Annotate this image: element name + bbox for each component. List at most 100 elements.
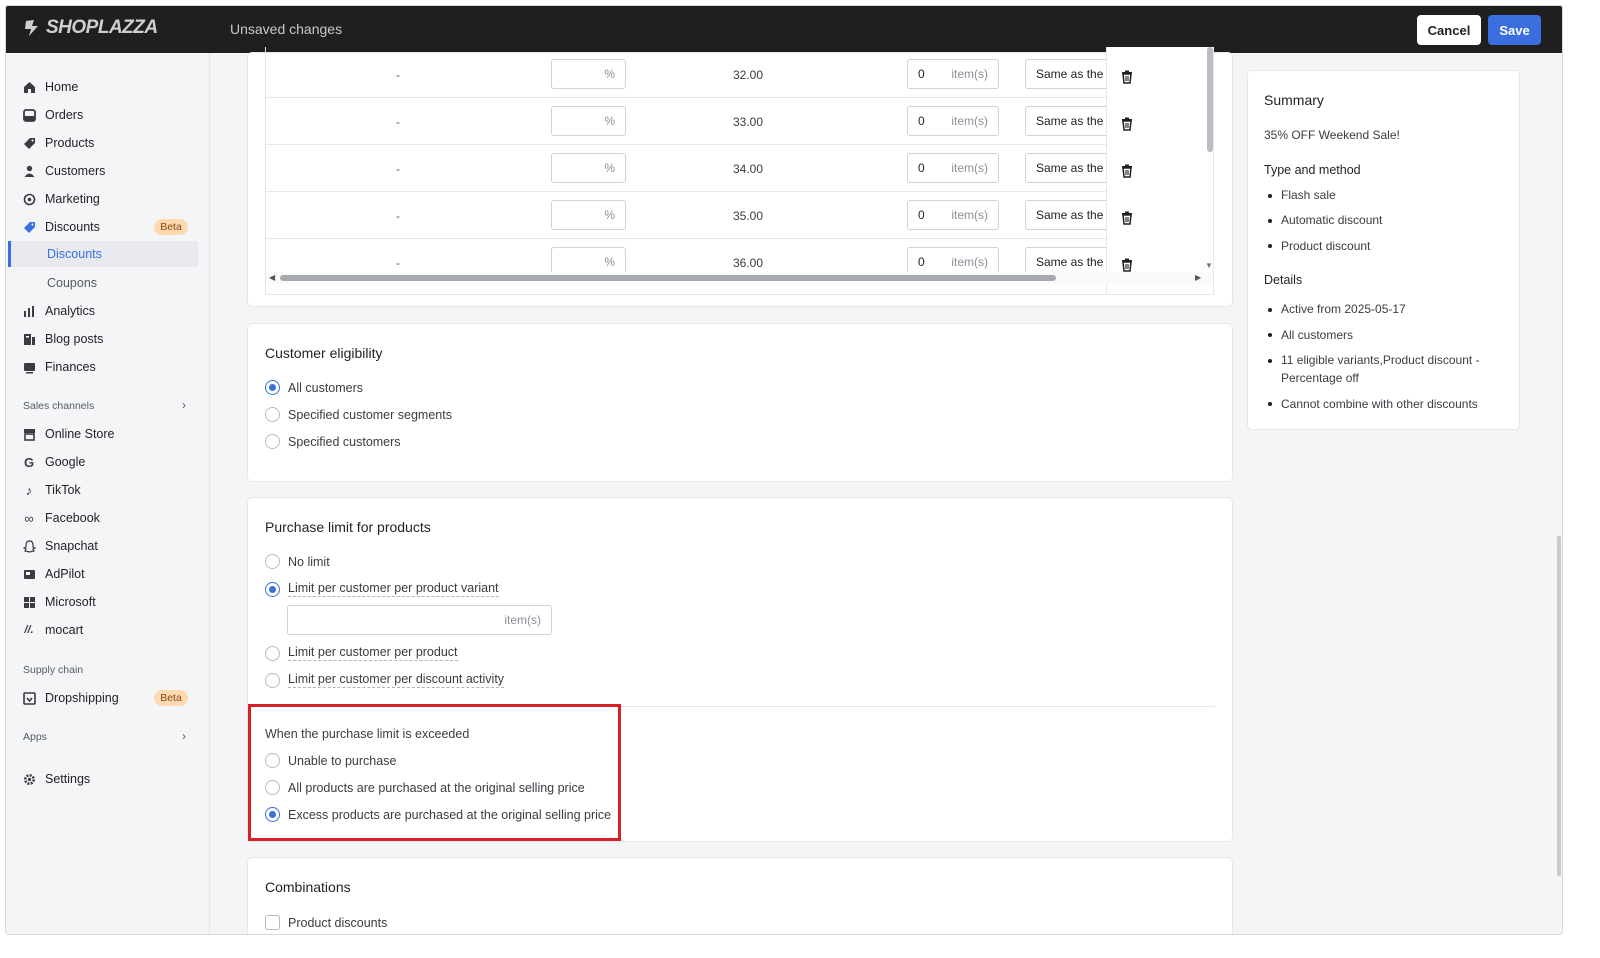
radio-label: Limit per customer per product — [288, 645, 458, 661]
radio-limit-per-product[interactable]: Limit per customer per product — [265, 645, 458, 661]
limit-select[interactable]: Same as the p — [1025, 200, 1115, 230]
shoplazza-logo[interactable]: SHOPLAZZA — [22, 17, 158, 39]
microsoft-icon — [22, 595, 36, 609]
limit-select[interactable]: Same as the p — [1025, 106, 1115, 136]
radio-no-limit[interactable]: No limit — [265, 554, 330, 569]
sidebar-item-customers[interactable]: Customers — [16, 158, 200, 184]
radio-limit-per-variant[interactable]: Limit per customer per product variant — [265, 581, 499, 597]
radio-button[interactable] — [265, 380, 280, 395]
snapchat-icon — [22, 539, 36, 553]
actions-column — [1106, 47, 1213, 294]
bullet — [1268, 244, 1272, 248]
trash-icon[interactable] — [1120, 258, 1134, 272]
sidebar-item-marketing[interactable]: Marketing — [16, 186, 200, 212]
sidebar-subitem-coupons[interactable]: Coupons — [47, 276, 97, 290]
original-price-cell: - — [396, 209, 400, 223]
bar-chart-icon — [22, 304, 36, 318]
home-icon — [22, 80, 36, 94]
sidebar-item-microsoft[interactable]: Microsoft — [16, 589, 200, 615]
sidebar-item-facebook[interactable]: ∞ Facebook — [16, 505, 200, 531]
sidebar-item-tiktok[interactable]: ♪ TikTok — [16, 477, 200, 503]
percent-unit: % — [604, 67, 615, 81]
radio-button[interactable] — [265, 645, 280, 661]
combinations-card: Combinations Product discounts — [248, 858, 1232, 934]
bullet — [1268, 194, 1272, 198]
radio-label: All customers — [288, 380, 364, 395]
radio-button[interactable] — [265, 554, 280, 569]
sidebar-item-home[interactable]: Home — [16, 74, 200, 100]
sidebar-item-products[interactable]: Products — [16, 130, 200, 156]
sidebar-item-mocart[interactable]: //. mocart — [16, 617, 200, 643]
original-price-cell: - — [396, 68, 400, 82]
quantity-input[interactable]: 0 item(s) — [907, 153, 999, 183]
sidebar-item-online-store[interactable]: Online Store — [16, 421, 200, 447]
app-window: SHOPLAZZA Unsaved changes Cancel Save Ho… — [6, 6, 1562, 934]
percent-input[interactable]: % — [551, 153, 626, 183]
chevron-right-icon[interactable]: › — [182, 729, 186, 743]
sidebar-item-finances[interactable]: Finances — [16, 354, 200, 380]
percent-input[interactable]: % — [551, 106, 626, 136]
radio-all-customers[interactable]: All customers — [265, 380, 363, 395]
sidebar-item-google[interactable]: G Google — [16, 449, 200, 475]
trash-icon[interactable] — [1120, 117, 1134, 131]
google-icon: G — [23, 454, 35, 470]
radio-button[interactable] — [265, 581, 280, 597]
beta-badge: Beta — [154, 219, 188, 235]
sidebar-subitem-discounts[interactable]: Discounts — [47, 247, 102, 261]
marketing-icon — [22, 192, 36, 206]
radio-label: Specified customer segments — [288, 407, 452, 422]
sidebar: Home Orders Products Customers Marketing… — [6, 53, 210, 934]
sidebar-item-analytics[interactable]: Analytics — [16, 298, 200, 324]
details-item: Cannot combine with other discounts — [1281, 397, 1478, 411]
sidebar-item-label: Home — [45, 80, 79, 94]
radio-button[interactable] — [265, 672, 280, 688]
sidebar-item-orders[interactable]: Orders — [16, 102, 200, 128]
radio-customer-segments[interactable]: Specified customer segments — [265, 407, 452, 422]
sidebar-item-label: Analytics — [45, 304, 96, 318]
quantity-input[interactable]: 0 item(s) — [907, 200, 999, 230]
sidebar-item-label: Microsoft — [45, 595, 96, 609]
radio-button[interactable] — [265, 407, 280, 422]
variants-table: - % 32.00 0 item(s) Same as the p - % 33.… — [265, 47, 1214, 295]
checkbox[interactable] — [265, 915, 280, 930]
trash-icon[interactable] — [1120, 164, 1134, 178]
price-cell: 32.00 — [733, 68, 764, 82]
scroll-right-arrow[interactable]: ▶ — [1195, 273, 1201, 282]
checkbox-product-discounts[interactable]: Product discounts — [265, 915, 387, 930]
quantity-value: 0 — [918, 161, 925, 175]
radio-label: Limit per customer per product variant — [288, 581, 499, 597]
quantity-unit: item(s) — [951, 114, 988, 128]
sidebar-item-settings[interactable]: Settings — [16, 766, 200, 792]
sales-channels-label: Sales channels — [23, 400, 95, 412]
sidebar-item-label: Settings — [45, 772, 91, 786]
original-price-cell: - — [396, 256, 400, 270]
radio-limit-per-activity[interactable]: Limit per customer per discount activity — [265, 672, 505, 688]
sidebar-item-adpilot[interactable]: AdPilot — [16, 561, 200, 587]
radio-button[interactable] — [265, 434, 280, 449]
page-scrollbar-thumb[interactable] — [1557, 536, 1561, 876]
scroll-left-arrow[interactable]: ◀ — [269, 273, 275, 282]
save-button[interactable]: Save — [1488, 15, 1541, 45]
vertical-scrollbar-thumb[interactable] — [1207, 47, 1213, 152]
percent-input[interactable]: % — [551, 59, 626, 89]
chevron-right-icon[interactable]: › — [182, 398, 186, 412]
sidebar-item-snapchat[interactable]: Snapchat — [16, 533, 200, 559]
horizontal-scrollbar-thumb[interactable] — [280, 275, 1056, 281]
limit-select[interactable]: Same as the p — [1025, 59, 1115, 89]
scroll-down-arrow[interactable]: ▼ — [1205, 261, 1213, 270]
limit-select[interactable]: Same as the p — [1025, 153, 1115, 183]
percent-unit: % — [604, 255, 615, 269]
sidebar-item-label: Google — [45, 455, 86, 469]
quantity-input[interactable]: 0 item(s) — [907, 106, 999, 136]
radio-specified-customers[interactable]: Specified customers — [265, 434, 401, 449]
sidebar-item-label: Snapchat — [45, 539, 98, 553]
trash-icon[interactable] — [1120, 70, 1134, 84]
trash-icon[interactable] — [1120, 211, 1134, 225]
cancel-button[interactable]: Cancel — [1417, 15, 1481, 45]
beta-badge: Beta — [154, 690, 188, 706]
percent-input[interactable]: % — [551, 200, 626, 230]
quantity-input[interactable]: 0 item(s) — [907, 59, 999, 89]
table-row: - % 33.00 0 item(s) Same as the p — [266, 98, 1213, 145]
sidebar-item-blog-posts[interactable]: Blog posts — [16, 326, 200, 352]
limit-quantity-input[interactable]: item(s) — [287, 605, 552, 635]
